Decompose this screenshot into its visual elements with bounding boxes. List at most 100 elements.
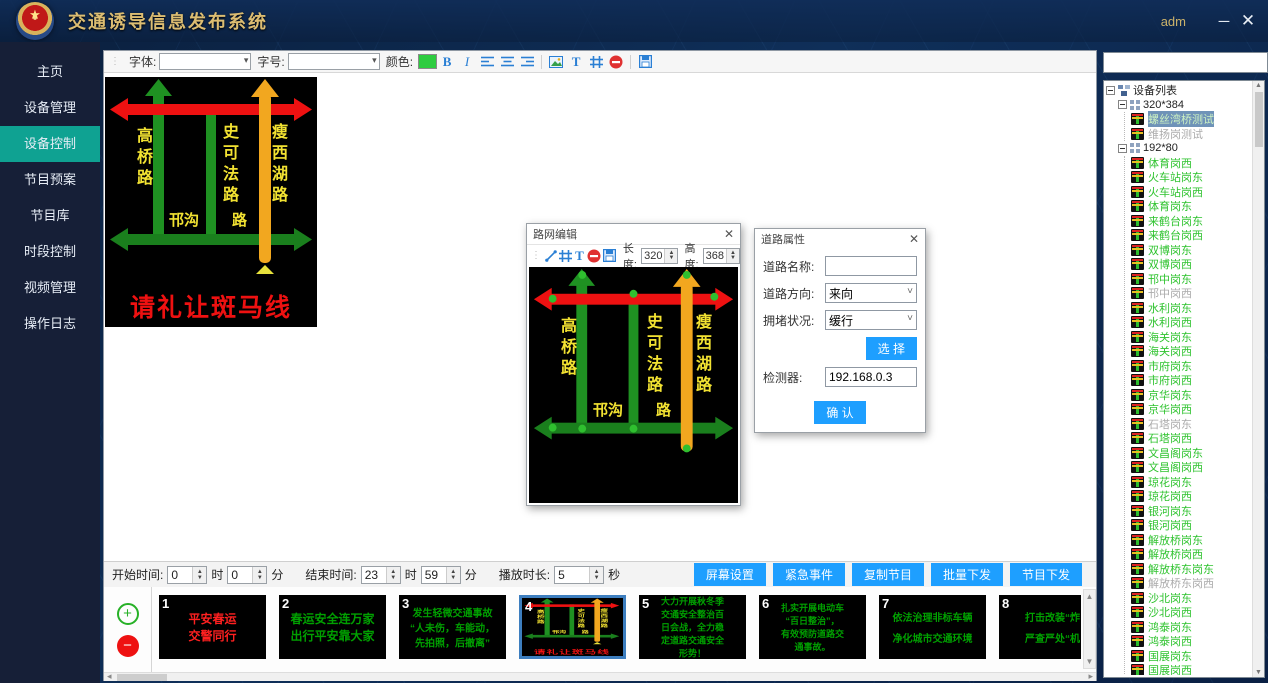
font-size-select[interactable] [288, 53, 380, 70]
edit-road-label-right[interactable]: 瘦西湖路 [692, 313, 710, 397]
length-spinner[interactable]: 320 ▲▼ [641, 248, 678, 264]
device-双博岗东[interactable]: 双博岗东 [1131, 243, 1251, 258]
frame-thumbnail-6[interactable]: 6扎实开展电动车“百日整治”，有效预防道路交通事故。 [759, 595, 866, 659]
device-琼花岗东[interactable]: 琼花岗东 [1131, 475, 1251, 490]
device-双博岗西[interactable]: 双博岗西 [1131, 257, 1251, 272]
height-spinner[interactable]: 368 ▲▼ [703, 248, 740, 264]
scroll-left-icon[interactable]: ◂ [107, 671, 112, 682]
road-network-edit-canvas[interactable]: 高桥路 史可法路 瘦西湖路 邗沟 路 [529, 267, 738, 503]
sidebar-item-时段控制[interactable]: 时段控制 [0, 234, 100, 270]
action-button-节目下发[interactable]: 节目下发 [1010, 563, 1082, 586]
traffic-sign-preview[interactable]: 高桥路 史可法路 瘦西湖路 邗沟 路 请礼让斑马线 [522, 598, 622, 656]
traffic-sign-preview[interactable]: 高桥路 史可法路 瘦西湖路 邗沟 路 请礼让斑马线 [105, 77, 317, 327]
editor-text-tool-icon[interactable]: T [574, 247, 585, 264]
device-水利岗东[interactable]: 水利岗东 [1131, 301, 1251, 316]
device-邗中岗西[interactable]: 邗中岗西 [1131, 286, 1251, 301]
editor-delete-icon[interactable] [587, 247, 601, 264]
edit-road-label-middle[interactable]: 史可法路 [643, 313, 661, 397]
device-石塔岗东[interactable]: 石塔岗东 [1131, 417, 1251, 432]
italic-button[interactable]: I [458, 53, 476, 70]
thumbnail-horizontal-scrollbar[interactable]: ◂ ▸ [104, 672, 1096, 681]
device-来鹤台岗东[interactable]: 来鹤台岗东 [1131, 214, 1251, 229]
sidebar-item-设备管理[interactable]: 设备管理 [0, 90, 100, 126]
detector-input[interactable]: 192.168.0.3 [825, 367, 917, 387]
device-维扬岗测试[interactable]: 维扬岗测试 [1131, 127, 1251, 142]
edit-road-label-bottom-a[interactable]: 邗沟 [593, 399, 623, 420]
minimize-icon[interactable]: ─ [1212, 13, 1236, 30]
device-沙北岗西[interactable]: 沙北岗西 [1131, 605, 1251, 620]
scroll-up-icon[interactable]: ▲ [1086, 592, 1094, 601]
frame-thumbnail-5[interactable]: 5大力开展秋冬季交通安全整治百日会战，全力稳定道路交通安全形势！ [639, 595, 746, 659]
device-沙北岗东[interactable]: 沙北岗东 [1131, 591, 1251, 606]
device-体育岗西[interactable]: 体育岗西 [1131, 156, 1251, 171]
road-direction-select[interactable]: 来向 [825, 283, 917, 303]
scroll-right-icon[interactable]: ▸ [1088, 671, 1093, 682]
sidebar-item-操作日志[interactable]: 操作日志 [0, 306, 100, 342]
edit-road-label-left[interactable]: 高桥路 [557, 317, 575, 380]
device-文昌阁岗西[interactable]: 文昌阁岗西 [1131, 460, 1251, 475]
device-解放桥岗西[interactable]: 解放桥岗西 [1131, 547, 1251, 562]
collapse-icon[interactable] [1118, 100, 1127, 109]
device-银河岗西[interactable]: 银河岗西 [1131, 518, 1251, 533]
road-name-input[interactable] [825, 256, 917, 276]
sidebar-item-视频管理[interactable]: 视频管理 [0, 270, 100, 306]
close-icon[interactable]: ✕ [1236, 11, 1260, 31]
device-市府岗西[interactable]: 市府岗西 [1131, 373, 1251, 388]
select-detector-button[interactable]: 选 择 [866, 337, 917, 360]
tree-scroll-up-icon[interactable]: ▲ [1255, 82, 1262, 89]
tree-scrollbar-thumb[interactable] [1255, 92, 1263, 147]
design-canvas[interactable]: 高桥路 史可法路 瘦西湖路 邗沟 路 请礼让斑马线 路网编辑 ✕ ⋮ T [104, 73, 1096, 561]
thumbnail-vertical-scrollbar[interactable]: ▲ ▼ [1083, 589, 1096, 669]
align-left-icon[interactable] [478, 53, 496, 70]
frame-thumbnail-2[interactable]: 2春运安全连万家出行平安靠大家 [279, 595, 386, 659]
draw-line-icon[interactable] [545, 247, 557, 264]
tree-scroll-down-icon[interactable]: ▼ [1255, 669, 1262, 676]
device-市府岗东[interactable]: 市府岗东 [1131, 359, 1251, 374]
device-银河岗东[interactable]: 银河岗东 [1131, 504, 1251, 519]
confirm-button[interactable]: 确 认 [814, 401, 865, 424]
device-解放桥东岗西[interactable]: 解放桥东岗西 [1131, 576, 1251, 591]
sidebar-item-节目库[interactable]: 节目库 [0, 198, 100, 234]
tree-group-192*80[interactable]: 192*80 [1118, 141, 1251, 156]
action-button-复制节目[interactable]: 复制节目 [852, 563, 924, 586]
add-frame-button[interactable]: + [117, 603, 139, 625]
color-swatch[interactable] [418, 54, 437, 69]
collapse-icon[interactable] [1118, 144, 1127, 153]
duration-spinner[interactable]: 5▲▼ [554, 566, 604, 584]
device-国展岗西[interactable]: 国展岗西 [1131, 663, 1251, 675]
editor-road-tool-icon[interactable] [559, 247, 572, 264]
device-国展岗东[interactable]: 国展岗东 [1131, 649, 1251, 664]
start-minute-spinner[interactable]: 0▲▼ [227, 566, 267, 584]
collapse-icon[interactable] [1106, 86, 1115, 95]
tree-group-320*384[interactable]: 320*384 [1118, 98, 1251, 113]
action-button-屏幕设置[interactable]: 屏幕设置 [694, 563, 766, 586]
device-解放桥东岗东[interactable]: 解放桥东岗东 [1131, 562, 1251, 577]
text-tool-icon[interactable]: T [567, 53, 585, 70]
device-鸿泰岗西[interactable]: 鸿泰岗西 [1131, 634, 1251, 649]
frame-thumbnail-4[interactable]: 4 高桥路 史可法路 瘦西湖路 邗沟 路 请礼让斑马线 [519, 595, 626, 659]
bold-button[interactable]: B [438, 53, 456, 70]
device-文昌阁岗东[interactable]: 文昌阁岗东 [1131, 446, 1251, 461]
scroll-down-icon[interactable]: ▼ [1086, 657, 1094, 666]
save-icon[interactable] [636, 53, 654, 70]
device-search-input[interactable] [1103, 52, 1268, 73]
device-邗中岗东[interactable]: 邗中岗东 [1131, 272, 1251, 287]
device-海关岗东[interactable]: 海关岗东 [1131, 330, 1251, 345]
frame-thumbnail-3[interactable]: 3发生轻微交通事故“人未伤，车能动，先拍照，后撤离” [399, 595, 506, 659]
device-京华岗西[interactable]: 京华岗西 [1131, 402, 1251, 417]
tree-root[interactable]: 设备列表 [1106, 83, 1251, 98]
action-button-批量下发[interactable]: 批量下发 [931, 563, 1003, 586]
device-琼花岗西[interactable]: 琼花岗西 [1131, 489, 1251, 504]
congestion-select[interactable]: 缓行 [825, 310, 917, 330]
device-螺丝湾桥测试[interactable]: 螺丝湾桥测试 [1131, 112, 1251, 127]
sidebar-item-主页[interactable]: 主页 [0, 54, 100, 90]
device-石塔岗西[interactable]: 石塔岗西 [1131, 431, 1251, 446]
device-来鹤台岗西[interactable]: 来鹤台岗西 [1131, 228, 1251, 243]
frame-thumbnail-1[interactable]: 1平安春运交警同行 [159, 595, 266, 659]
logged-in-user[interactable]: adm [1161, 14, 1186, 29]
device-火车站岗西[interactable]: 火车站岗西 [1131, 185, 1251, 200]
scrollbar-thumb[interactable] [117, 674, 167, 681]
road-tool-icon[interactable] [587, 53, 605, 70]
device-体育岗东[interactable]: 体育岗东 [1131, 199, 1251, 214]
editor-save-icon[interactable] [603, 247, 616, 264]
